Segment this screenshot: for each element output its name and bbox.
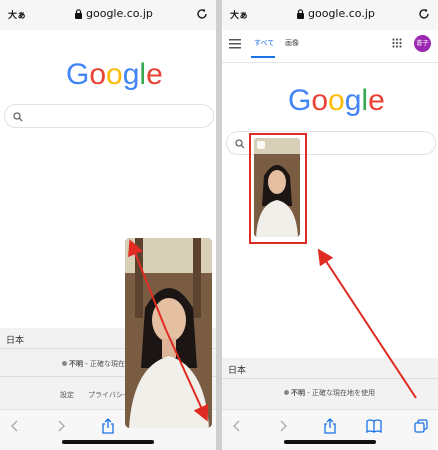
annotation-arrows <box>128 239 417 422</box>
arrow-down-right <box>165 329 209 422</box>
arrow-to-thumbnail <box>317 248 417 399</box>
arrow-up-left <box>128 239 167 331</box>
